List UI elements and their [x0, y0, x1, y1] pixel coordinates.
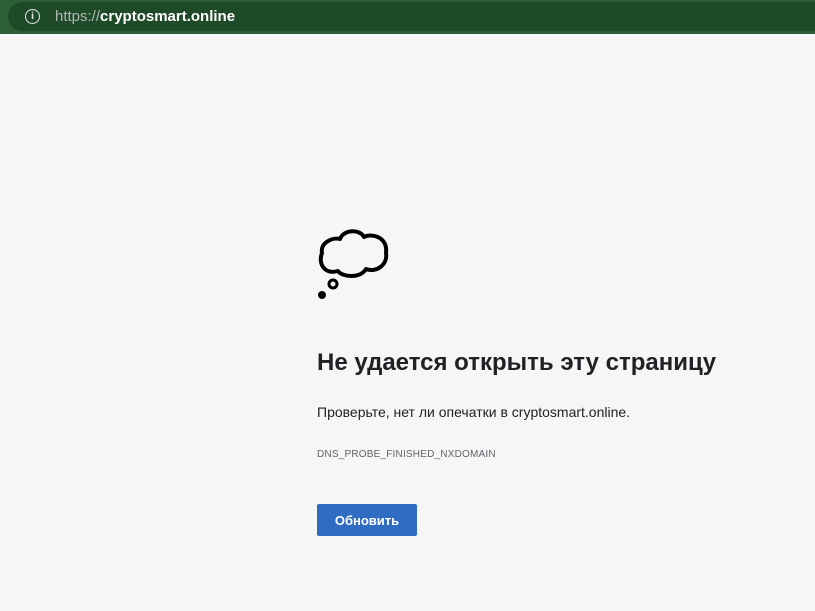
- browser-toolbar: i https://cryptosmart.online: [0, 0, 815, 34]
- error-title: Не удается открыть эту страницу: [317, 349, 717, 376]
- thought-cloud-icon: [318, 229, 389, 299]
- address-bar[interactable]: i https://cryptosmart.online: [8, 2, 815, 31]
- url-text[interactable]: https://cryptosmart.online: [55, 8, 235, 25]
- url-scheme: https://: [55, 8, 101, 25]
- info-icon[interactable]: i: [25, 9, 40, 24]
- error-message: Проверьте, нет ли опечатки в cryptosmart…: [317, 404, 631, 420]
- url-host: cryptosmart.online: [100, 8, 236, 25]
- error-code: DNS_PROBE_FINISHED_NXDOMAIN: [317, 449, 496, 460]
- reload-button[interactable]: Обновить: [317, 504, 417, 536]
